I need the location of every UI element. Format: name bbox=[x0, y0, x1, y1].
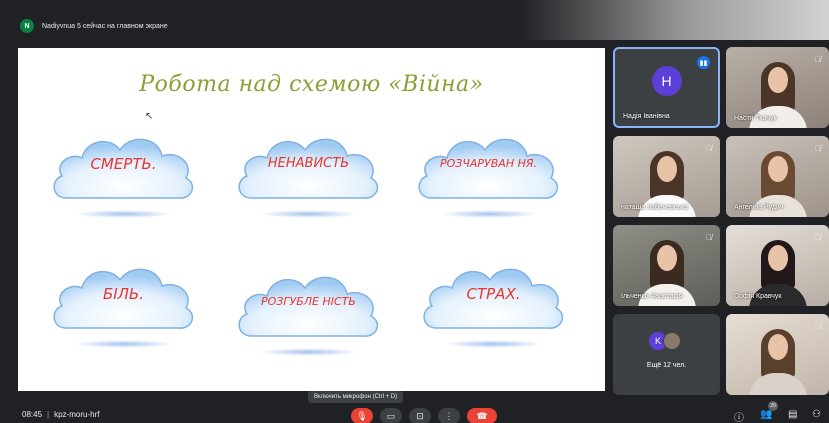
cloud-3: РОЗЧАРУВАН НЯ. bbox=[411, 126, 566, 218]
mouse-cursor-icon: ↖ bbox=[145, 111, 154, 122]
cloud-4: БІЛЬ. bbox=[46, 256, 201, 348]
more-options-button[interactable]: ⋮ bbox=[438, 408, 460, 423]
activities-icon[interactable]: ⚇ bbox=[812, 409, 821, 420]
cloud-shadow bbox=[74, 210, 174, 218]
mic-off-icon: 🎙̸ bbox=[815, 55, 821, 64]
separator: | bbox=[47, 410, 50, 419]
more-participants-label: Ещё 12 чел. bbox=[646, 362, 687, 369]
participant-name: Софія Кравчук bbox=[734, 293, 782, 300]
cloud-shadow bbox=[74, 340, 174, 348]
cloud-shadow bbox=[259, 348, 359, 356]
participant-tile[interactable]: 🎙̸ Ільченко Анастасія bbox=[613, 225, 720, 306]
meeting-info: 08:45 | kpz-moru-hrf bbox=[22, 410, 99, 419]
cloud-word: СМЕРТЬ. bbox=[90, 154, 157, 173]
participant-tile[interactable]: ▮▮ H Надія Іванівна bbox=[613, 47, 720, 128]
speaking-icon: ▮▮ bbox=[697, 56, 710, 69]
end-call-button[interactable]: ☎ bbox=[467, 408, 497, 423]
cloud-shadow bbox=[259, 210, 359, 218]
mic-toggle-button[interactable]: 🎙 bbox=[351, 408, 373, 423]
participant-tile[interactable]: 🎙̸ Ангеліна Рудич bbox=[726, 136, 829, 217]
more-participants-tile[interactable]: K Ещё 12 чел. bbox=[613, 314, 720, 395]
participant-tile[interactable]: 🎙̸ наташа лабачевська bbox=[613, 136, 720, 217]
participant-name: Ільченко Анастасія bbox=[621, 293, 683, 300]
cloud-word: НЕНАВИСТЬ bbox=[267, 155, 350, 171]
present-button[interactable]: ⊡ bbox=[409, 408, 431, 423]
cloud-word: БІЛЬ. bbox=[102, 284, 145, 303]
participant-name: Настя Ткачук bbox=[734, 115, 777, 122]
info-icon[interactable]: ⓘ bbox=[734, 409, 744, 423]
cloud-2: НЕНАВИСТЬ bbox=[231, 126, 386, 218]
cloud-word: СТРАХ. bbox=[466, 284, 521, 303]
participant-video bbox=[726, 314, 829, 395]
participant-tile[interactable]: 🎙̸ Настя Ткачук bbox=[726, 47, 829, 128]
camera-toggle-button[interactable]: ▭ bbox=[380, 408, 402, 423]
screen-glare bbox=[520, 0, 829, 40]
cloud-shadow bbox=[444, 340, 544, 348]
presenter-avatar: N bbox=[20, 19, 34, 33]
mic-off-icon: 🎙̸ bbox=[815, 144, 821, 153]
mic-off-icon: 🎙̸ bbox=[706, 144, 712, 153]
mic-off-icon: 🎙 bbox=[356, 410, 368, 421]
mic-off-icon: 🎙̸ bbox=[815, 233, 821, 242]
cloud-5: РОЗГУБЛЕ НІСТЬ bbox=[231, 264, 386, 356]
avatar bbox=[663, 332, 681, 350]
present-icon: ⊡ bbox=[416, 410, 424, 421]
meeting-time: 08:45 bbox=[22, 410, 43, 419]
more-icon: ⋮ bbox=[444, 410, 454, 421]
cloud-6: СТРАХ. bbox=[416, 256, 571, 348]
slide-title: Робота над схемою «Війна» bbox=[139, 72, 484, 97]
mic-off-icon: 🎙̸ bbox=[815, 322, 821, 331]
avatar: H bbox=[651, 66, 682, 97]
meet-window: N Nadiyvnua 5 сейчас на главном экране Р… bbox=[0, 0, 829, 423]
cloud-word: РОЗЧАРУВАН НЯ. bbox=[440, 156, 537, 170]
cloud-1: СМЕРТЬ. bbox=[46, 126, 201, 218]
mic-tooltip: Включить микрофон (Ctrl + D) bbox=[308, 391, 404, 403]
mic-off-icon: 🎙̸ bbox=[706, 233, 712, 242]
participant-name: Надія Іванівна bbox=[623, 113, 670, 120]
cloud-shadow bbox=[439, 210, 539, 218]
participant-name: Ангеліна Рудич bbox=[734, 204, 784, 211]
notification-text: Nadiyvnua 5 сейчас на главном экране bbox=[42, 22, 168, 30]
meeting-code: kpz-moru-hrf bbox=[54, 410, 100, 419]
bottom-bar: 08:45 | kpz-moru-hrf 🎙 ▭ ⊡ ⋮ ☎ ⓘ 20 👥 ▤ ⚇ bbox=[0, 401, 829, 423]
participant-tile[interactable]: 🎙̸ Софія Кравчук bbox=[726, 225, 829, 306]
camera-icon: ▭ bbox=[386, 410, 396, 421]
people-icon[interactable]: 👥 bbox=[760, 409, 772, 420]
end-call-icon: ☎ bbox=[476, 410, 488, 421]
presentation-slide: Робота над схемою «Війна» ↖ СМЕРТЬ. НЕНА… bbox=[18, 48, 605, 391]
chat-icon[interactable]: ▤ bbox=[788, 409, 797, 420]
participant-name: наташа лабачевська bbox=[621, 204, 689, 211]
presenting-notification: N Nadiyvnua 5 сейчас на главном экране bbox=[20, 16, 168, 36]
participant-tile[interactable]: 🎙̸ bbox=[726, 314, 829, 395]
cloud-word: РОЗГУБЛЕ НІСТЬ bbox=[261, 294, 356, 308]
